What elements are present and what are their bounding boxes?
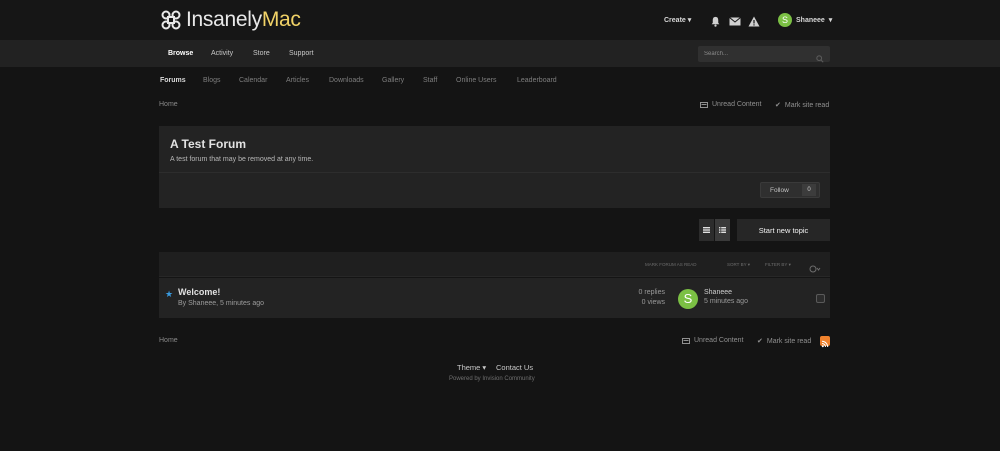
site-logo[interactable]: InsanelyMac xyxy=(160,8,301,32)
subnav-articles[interactable]: Articles xyxy=(286,77,309,84)
follow-button[interactable]: Follow 0 xyxy=(760,182,820,198)
list-view-button[interactable] xyxy=(715,219,730,241)
last-post-time[interactable]: 5 minutes ago xyxy=(704,298,748,305)
star-icon: ★ xyxy=(165,289,174,299)
topic-title-link[interactable]: Welcome! xyxy=(178,287,220,297)
topic-views: 0 views xyxy=(641,299,665,306)
create-menu[interactable]: Create ▾ xyxy=(664,16,691,24)
nav-store[interactable]: Store xyxy=(253,50,270,57)
topic-meta: By Shaneee, 5 minutes ago xyxy=(178,300,265,307)
nav-activity[interactable]: Activity xyxy=(211,50,233,57)
bell-icon[interactable] xyxy=(710,14,721,27)
avatar[interactable]: S xyxy=(678,289,698,309)
sort-by-menu[interactable]: Sort By ▾ xyxy=(727,262,750,268)
theme-menu[interactable]: Theme ▾ xyxy=(457,363,486,372)
logo-icon xyxy=(161,10,181,30)
powered-by[interactable]: Powered by Invision Community xyxy=(449,376,535,382)
start-new-topic-button[interactable]: Start new topic xyxy=(737,219,830,241)
nav-support[interactable]: Support xyxy=(289,50,314,57)
subnav-gallery[interactable]: Gallery xyxy=(382,77,404,84)
user-name: Shaneee xyxy=(796,16,825,24)
mark-forum-read-link[interactable]: Mark forum as read xyxy=(645,262,697,267)
topic-replies: 0 replies xyxy=(638,289,665,296)
divider xyxy=(159,172,830,173)
search-icon[interactable] xyxy=(816,50,824,68)
nav-browse[interactable]: Browse xyxy=(168,50,193,57)
table-view-icon xyxy=(703,227,710,233)
forum-description: A test forum that may be removed at any … xyxy=(170,156,314,163)
subnav-online-users[interactable]: Online Users xyxy=(456,77,496,84)
contact-us-link[interactable]: Contact Us xyxy=(496,363,533,372)
page-title: A Test Forum xyxy=(170,137,247,151)
check-icon: ✔ xyxy=(775,102,781,109)
primary-nav xyxy=(0,40,1000,67)
warning-icon[interactable] xyxy=(748,14,760,27)
topic-select-checkbox[interactable] xyxy=(816,294,825,303)
subnav-calendar[interactable]: Calendar xyxy=(239,77,267,84)
user-menu[interactable]: S Shaneee ▾ xyxy=(778,13,832,27)
envelope-icon[interactable] xyxy=(729,14,741,26)
logo-text: InsanelyMac xyxy=(186,8,301,31)
last-poster-name[interactable]: Shaneee xyxy=(704,289,732,296)
follow-label: Follow xyxy=(770,186,789,194)
search-box xyxy=(698,46,830,63)
moderation-toggle-icon[interactable] xyxy=(809,260,821,278)
subnav-leaderboard[interactable]: Leaderboard xyxy=(517,77,557,84)
user-avatar: S xyxy=(778,13,792,27)
breadcrumb-home[interactable]: Home xyxy=(159,101,178,108)
follow-count: 0 xyxy=(802,184,816,196)
unread-content-link[interactable]: Unread Content xyxy=(700,101,761,108)
inbox-icon xyxy=(682,337,690,344)
filter-by-menu[interactable]: Filter By ▾ xyxy=(765,262,791,268)
search-input[interactable] xyxy=(704,49,814,59)
table-view-button[interactable] xyxy=(699,219,714,241)
mark-site-read-link[interactable]: ✔ Mark site read xyxy=(775,101,829,110)
unread-content-link-bottom[interactable]: Unread Content xyxy=(682,337,743,344)
subnav-blogs[interactable]: Blogs xyxy=(203,77,221,84)
subnav-forums[interactable]: Forums xyxy=(160,77,186,84)
list-view-icon xyxy=(719,227,726,233)
check-icon: ✔ xyxy=(757,338,763,345)
mark-site-read-link-bottom[interactable]: ✔ Mark site read xyxy=(757,337,811,346)
subnav-downloads[interactable]: Downloads xyxy=(329,77,364,84)
forum-header xyxy=(159,126,830,208)
chevron-down-icon: ▾ xyxy=(828,17,833,24)
breadcrumb-home-bottom[interactable]: Home xyxy=(159,337,178,344)
subnav-staff[interactable]: Staff xyxy=(423,77,437,84)
site-header xyxy=(0,0,1000,40)
inbox-icon xyxy=(700,101,708,108)
rss-icon[interactable] xyxy=(820,336,830,348)
